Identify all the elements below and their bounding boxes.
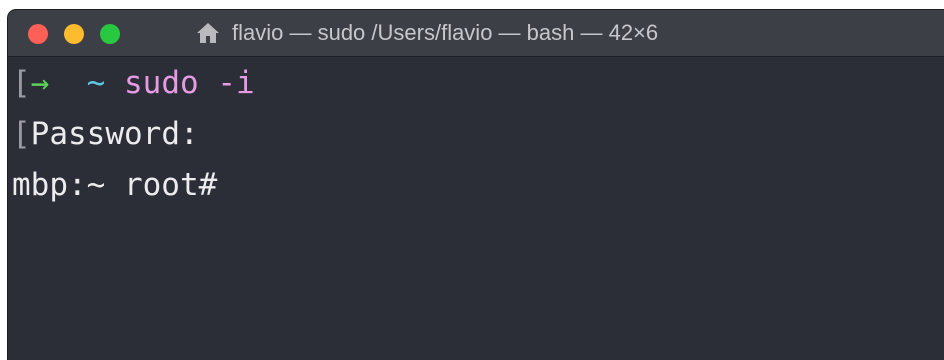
window-title: flavio — sudo /Users/flavio — bash — 42×… bbox=[232, 20, 659, 45]
maximize-button[interactable] bbox=[100, 24, 120, 44]
terminal-window: flavio — sudo /Users/flavio — bash — 42×… bbox=[8, 10, 944, 360]
command-text: sudo -i bbox=[124, 65, 255, 101]
password-prompt: Password: bbox=[30, 116, 199, 152]
root-prompt: mbp:~ root# bbox=[12, 167, 218, 203]
prompt-arrow-icon: → bbox=[30, 65, 50, 101]
terminal-line-2: [Password: bbox=[12, 114, 199, 154]
terminal-line-1: [→ ~ sudo -i bbox=[12, 63, 255, 103]
close-button[interactable] bbox=[28, 24, 48, 44]
prompt-bracket: [ bbox=[12, 116, 31, 152]
terminal-output[interactable]: [→ ~ sudo -i [Password: mbp:~ root# bbox=[8, 57, 944, 360]
window-title-group: flavio — sudo /Users/flavio — bash — 42×… bbox=[196, 10, 658, 56]
prompt-bracket: [ bbox=[12, 65, 31, 101]
title-bar[interactable]: flavio — sudo /Users/flavio — bash — 42×… bbox=[8, 10, 944, 57]
home-icon bbox=[197, 23, 219, 43]
minimize-button[interactable] bbox=[64, 24, 84, 44]
terminal-line-3: mbp:~ root# bbox=[12, 165, 217, 205]
prompt-directory: ~ bbox=[86, 65, 106, 101]
